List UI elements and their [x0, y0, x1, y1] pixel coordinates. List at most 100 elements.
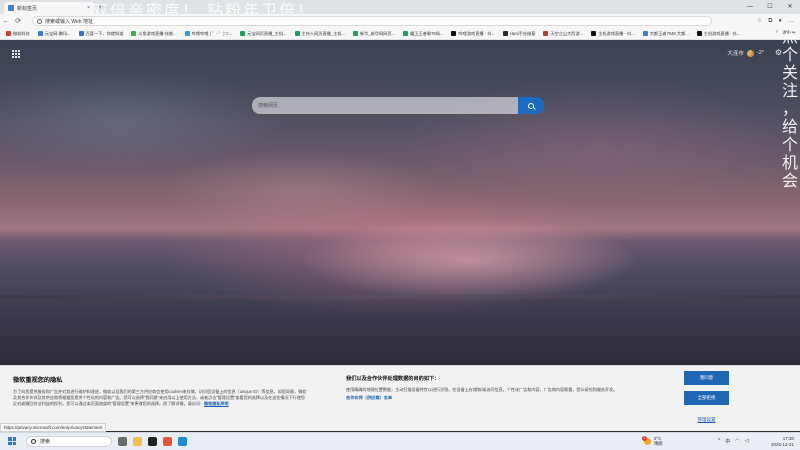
profile-avatar-icon[interactable]: ● [778, 16, 782, 26]
background-image [0, 40, 800, 365]
tab-favicon-icon [8, 5, 14, 11]
bookmark-label: 哔哩哔哩 ( ゜- ゜)つ... [191, 30, 233, 36]
app-icon[interactable] [148, 437, 157, 446]
privacy-consent-banner: 微软重视您的隐私 为了向您提供服务和广告并对其进行维护和改进，微软以及我们的第三… [0, 365, 800, 431]
status-url: https://privacy.microsoft.com/en/privacy… [0, 423, 107, 432]
bookmark-label: 主机游戏直播 - 抖... [598, 30, 635, 36]
vertical-char: 注 [781, 81, 798, 100]
bookmark-item[interactable]: 主持人网页直播_主机... [293, 31, 348, 37]
new-tab-page: 大连市 -2° ⚙ [0, 40, 800, 365]
privacy-main: 微软重视您的隐私 为了向您提供服务和广告并对其进行维护和改进，微软以及我们的第三… [13, 375, 308, 407]
ime-language[interactable]: 中 [725, 438, 730, 445]
taskbar-weather-desc: 晴朗 [654, 441, 663, 446]
bookmark-item[interactable]: 天空之山大西游... [541, 31, 585, 37]
edge-browser-icon[interactable] [178, 437, 187, 446]
taskbar-weather[interactable]: 1 2°C 晴朗 [642, 435, 663, 446]
privacy-statement-link[interactable]: 微软隐私声明 [204, 401, 229, 406]
taskbar-search[interactable]: 搜索 [26, 436, 112, 447]
web-search-box [252, 97, 544, 114]
privacy-body-text: 为了向您提供服务和广告并对其进行维护和改进，微软以及我们的第三方供应商会使用co… [13, 389, 307, 406]
close-window-button[interactable]: ✕ [780, 0, 800, 14]
favorites-star-icon[interactable]: ☆ [757, 16, 762, 26]
minimize-button[interactable]: — [740, 0, 760, 14]
bookmark-item[interactable]: 百度一下，你就知道 [77, 31, 126, 37]
bookmark-label: 百度一下，你就知道 [85, 30, 124, 36]
browser-app-icon[interactable] [163, 437, 172, 446]
tray-chevron-icon[interactable]: ^ [718, 438, 720, 445]
background-horizon [0, 295, 800, 299]
manage-settings-link[interactable]: 管理设置 [684, 417, 729, 423]
bookmark-item[interactable]: 元宝网-腾讯... [36, 31, 73, 37]
bookmark-item[interactable]: Hpoi手办维基 [501, 31, 537, 37]
bookmark-item[interactable]: 微软科技 [4, 31, 32, 37]
taskbar-clock[interactable]: 17:30 2025-12-21 [764, 436, 794, 448]
bookmark-item[interactable]: 魔王王者聊78场... [401, 31, 445, 37]
bookmark-label: 哔哩游戏直播 - 抖... [458, 30, 495, 36]
bookmark-label: 斗鱼游戏直播-技能... [138, 30, 177, 36]
bookmark-favicon-icon [353, 31, 359, 36]
apps-grid-icon[interactable] [12, 50, 20, 58]
collections-icon[interactable]: ⧉ [768, 16, 772, 26]
bookmark-favicon-icon [78, 31, 84, 36]
partners-list-link[interactable]: 合作伙伴（供应商）名单 [346, 395, 646, 401]
bookmark-item[interactable]: 新华_新华网网页... [351, 31, 397, 37]
web-search-button[interactable] [518, 97, 544, 114]
taskbar: 搜索 1 2°C 晴朗 ^ 中 ◠ ◁ 17:30 2025-12-21 [0, 432, 800, 450]
weather-widget[interactable]: 大连市 -2° [727, 49, 764, 57]
more-menu-icon[interactable]: … [788, 16, 794, 26]
browser-toolbar: ← ⟳ 搜索或输入 Web 地址 ☆ ⧉ ● … [0, 14, 800, 28]
window-controls: — ☐ ✕ [740, 0, 800, 14]
bookmark-label: 大都王者7046 大都... [649, 30, 689, 36]
bookmark-item[interactable]: 斗鱼游戏直播-技能... [129, 31, 178, 37]
wifi-icon[interactable]: ◠ [735, 438, 739, 445]
system-tray: ^ 中 ◠ ◁ [718, 438, 749, 445]
bookmarks-overflow-icon[interactable]: › [776, 29, 778, 35]
volume-icon[interactable]: ◁ [745, 438, 749, 445]
notification-badge: 1 [642, 435, 647, 441]
bookmark-favicon-icon [543, 31, 549, 36]
bookmark-item[interactable]: 主机游戏直播 - 抖... [589, 31, 637, 37]
vertical-char: 给 [781, 117, 798, 136]
search-icon [528, 102, 534, 109]
tab-close-icon[interactable]: × [87, 5, 90, 11]
bookmark-favicon-icon [184, 31, 190, 36]
file-explorer-icon[interactable] [133, 437, 142, 446]
bookmark-item[interactable]: 主机游戏直播 - 抖... [695, 31, 743, 37]
tab-new-tab[interactable]: 新标签页 × [4, 2, 94, 14]
vertical-char: 关 [781, 63, 798, 82]
bookmark-favicon-icon [6, 31, 11, 36]
back-icon[interactable]: ← [0, 18, 12, 25]
moon-icon [746, 49, 754, 57]
bookmark-item[interactable]: 大都王者7046 大都... [641, 31, 691, 37]
taskbar-search-label: 搜索 [40, 439, 51, 445]
bookmark-favicon-icon [37, 31, 43, 36]
clock-date: 2025-12-21 [770, 442, 794, 447]
title-bar: 新标签页 × + 双倍亲密度！ 钻粉年卫倍！ — ☐ ✕ [0, 0, 800, 20]
maximize-button[interactable]: ☐ [760, 0, 780, 14]
agree-button[interactable]: 我同意 [684, 371, 729, 385]
web-search-input[interactable] [252, 97, 518, 114]
search-icon [37, 18, 42, 24]
bookmark-label: 主持人网页直播_主机... [301, 30, 346, 36]
toolbar-right: ☆ ⧉ ● … [757, 16, 794, 26]
windows-start-icon[interactable] [8, 437, 16, 445]
bookmark-item[interactable]: 元宝网页直播_主机... [238, 31, 288, 37]
bookmark-item[interactable]: 哔哩哔哩 ( ゜- ゜)つ... [183, 31, 234, 37]
bookmark-item[interactable]: 哔哩游戏直播 - 抖... [449, 31, 497, 37]
address-bar[interactable]: 搜索或输入 Web 地址 [32, 16, 712, 26]
bookmark-favicon-icon [451, 31, 457, 36]
vertical-char: 会 [781, 171, 798, 190]
taskbar-apps [118, 437, 187, 446]
reject-all-button[interactable]: 全部拒绝 [684, 391, 729, 405]
refresh-icon[interactable]: ⟳ [12, 17, 24, 25]
privacy-partners: 我们以及合作伙伴处理数据的目的如下： 使用精确的地理位置数据，主动扫描设备特性以… [346, 375, 646, 401]
bookmark-favicon-icon [591, 31, 597, 36]
search-icon [31, 439, 36, 444]
address-placeholder: 搜索或输入 Web 地址 [45, 18, 93, 25]
task-view-icon[interactable] [118, 437, 127, 446]
partners-body: 使用精确的地理位置数据，主动扫描设备特性以进行识别。在设备上存储和/或访问信息。… [346, 387, 618, 392]
bookmark-favicon-icon [696, 31, 702, 36]
weather-temperature: -2° [756, 50, 764, 56]
bookmark-label: 主机游戏直播 - 抖... [703, 30, 741, 36]
privacy-title: 微软重视您的隐私 [13, 377, 63, 384]
